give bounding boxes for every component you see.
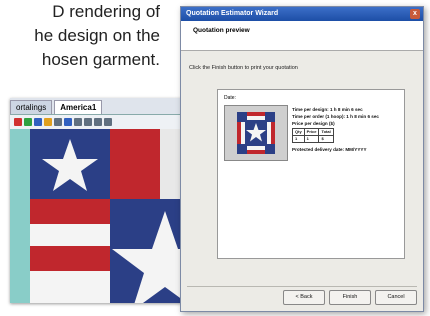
time-per-design: Time per design: 1 h 8 min 6 sec [292, 107, 363, 112]
document-tabs: ortalings America1 [10, 98, 200, 115]
price-per-design-label: Price per design ($) [292, 121, 335, 126]
time-per-order: Time per order (1 hoop): 1 h 8 min 6 sec [292, 114, 379, 119]
quotation-preview-panel: Date: Time per design: 1 h 8 min 6 sec T… [217, 89, 405, 259]
embroidery-app-window: ortalings America1 [10, 98, 200, 303]
toolbar-icon[interactable] [14, 118, 22, 126]
design-canvas[interactable] [10, 129, 200, 303]
delivery-date: Protected delivery date: MM/YYYY [292, 147, 367, 152]
table-cell: $ [318, 135, 334, 143]
app-toolbar [10, 115, 200, 130]
cancel-button[interactable]: Cancel [375, 290, 417, 305]
button-separator [187, 286, 417, 287]
wizard-step-title: Quotation preview [193, 27, 250, 34]
tab-ortalings[interactable]: ortalings [10, 100, 53, 114]
tab-america1[interactable]: America1 [54, 100, 103, 114]
wizard-header: Quotation preview [181, 21, 423, 51]
caption-text: D rendering of he design on the hosen ga… [0, 0, 160, 72]
toolbar-icon[interactable] [104, 118, 112, 126]
table-header-cell: Total [318, 128, 334, 136]
design-thumbnail [224, 105, 288, 161]
wizard-buttons: < Back Finish Cancel [283, 290, 417, 305]
caption-line-1: D rendering of [52, 2, 160, 21]
table-header-cell: Price [303, 128, 320, 136]
toolbar-icon[interactable] [94, 118, 102, 126]
caption-line-2: he design on the [34, 26, 160, 45]
table-header-cell: Qty [292, 128, 305, 136]
wizard-instruction: Click the Finish button to print your qu… [189, 65, 298, 71]
toolbar-icon[interactable] [64, 118, 72, 126]
finish-button[interactable]: Finish [329, 290, 371, 305]
close-icon[interactable]: x [410, 9, 420, 19]
toolbar-icon[interactable] [44, 118, 52, 126]
dialog-title: Quotation Estimator Wizard [186, 10, 279, 17]
caption-line-3: hosen garment. [41, 50, 160, 69]
quotation-wizard-dialog: Quotation Estimator Wizard x Quotation p… [180, 6, 424, 312]
back-button[interactable]: < Back [283, 290, 325, 305]
flag-design-render [10, 129, 200, 303]
toolbar-icon[interactable] [34, 118, 42, 126]
price-table: Qty Price Total 1 1 $ [292, 128, 334, 143]
table-cell: 1 [292, 135, 305, 143]
toolbar-icon[interactable] [84, 118, 92, 126]
dialog-title-bar: Quotation Estimator Wizard x [181, 7, 423, 21]
toolbar-icon[interactable] [24, 118, 32, 126]
toolbar-icon[interactable] [74, 118, 82, 126]
quotation-details: Time per design: 1 h 8 min 6 sec Time pe… [292, 106, 379, 153]
table-cell: 1 [303, 135, 320, 143]
preview-date-label: Date: [224, 95, 236, 101]
toolbar-icon[interactable] [54, 118, 62, 126]
